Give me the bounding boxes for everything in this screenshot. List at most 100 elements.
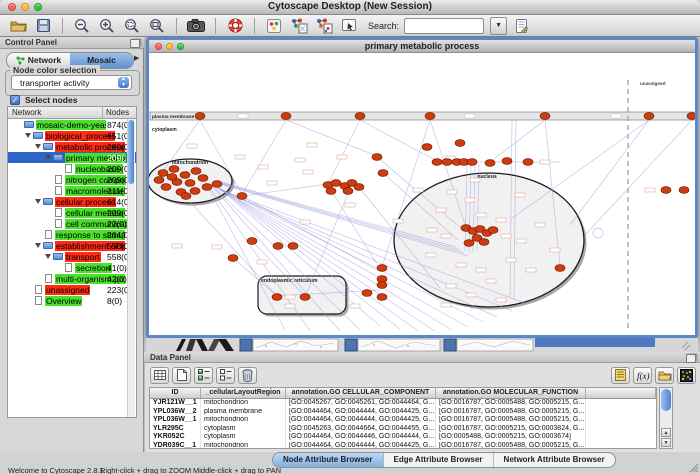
attribute-table-header[interactable]: ID _cellularLayoutRegion annotation.GO C… [150,388,656,399]
tree-column-network[interactable]: Network [12,107,97,118]
disclosure-triangle-icon[interactable] [25,133,31,138]
network-self-loop-edge[interactable] [593,228,603,238]
tree-row[interactable]: Overview8(0) [8,295,136,306]
network-node[interactable] [198,175,208,182]
window-titlebar[interactable]: Cytoscape Desktop (New Session) [0,0,700,15]
tree-scrollbar-thumb[interactable] [128,120,134,184]
table-row[interactable]: YDR039C__1mitochondrion[GO:0044464, GO:0… [150,442,656,449]
table-cell[interactable]: YPL036W__2 [150,408,201,417]
network-edge[interactable] [511,120,649,219]
table-cell[interactable]: YLR295C [150,425,201,434]
function-builder-icon[interactable]: f(x) [633,367,652,384]
disclosure-triangle-icon[interactable] [35,243,41,248]
network-edge[interactable] [585,120,692,235]
network-node[interactable] [377,294,387,301]
network-node[interactable] [331,180,341,187]
network-node[interactable] [354,184,364,191]
table-cell[interactable]: [GO:0044464, GO:0044444, GO:0044425, G..… [286,408,436,417]
network-edge[interactable] [242,120,286,194]
network-node[interactable] [158,170,168,177]
network-node[interactable] [372,154,382,161]
network-node[interactable] [300,294,310,301]
table-cell[interactable]: [GO:0045263, GO:0044664, GO:0044455, G..… [286,425,436,434]
network-node[interactable] [169,166,179,173]
tree-row[interactable]: nitrogen compo209(0) [8,174,136,185]
table-row[interactable]: YKR052Ccytoplasm[GO:0044464, GO:0044446,… [150,433,656,442]
table-row[interactable]: YPL036W__2plasma membrane[GO:0044464, GO… [150,408,656,417]
table-cell[interactable]: [GO:0016787, GO:0005488, GO:0005215, G..… [436,399,586,408]
float-panel-icon[interactable] [686,354,696,363]
network-node[interactable] [442,159,452,166]
tree-row[interactable]: cellular metabo209(0) [8,207,136,218]
tree-row[interactable]: primary metabo209(... [8,152,136,163]
unselect-all-attributes-icon[interactable] [216,367,235,384]
table-cell[interactable]: [GO:0016787, GO:0005488, GO:0005215, G..… [436,408,586,417]
tree-row[interactable]: metabolic process280(0) [8,141,136,152]
tree-scrollbar[interactable] [127,119,135,417]
network-node[interactable] [661,187,671,194]
network-node[interactable] [343,188,353,195]
open-session-icon[interactable] [8,17,28,35]
tree-row[interactable]: unassigned223(0) [8,284,136,295]
table-cell[interactable]: [GO:0045267, GO:0045261, GO:0044464, G..… [286,399,436,408]
network-node[interactable] [378,170,388,177]
table-scrollbar[interactable]: ▲ ▼ [659,387,673,449]
network-name[interactable]: biological_process [45,131,115,141]
network-name[interactable]: unassigned [45,285,90,295]
network-edge[interactable] [242,184,328,196]
tree-row[interactable]: transport558(0) [8,251,136,262]
disclosure-triangle-icon[interactable] [45,155,51,160]
table-row[interactable]: YLR295Ccytoplasm[GO:0045263, GO:0044664,… [150,425,656,434]
network-tree-header[interactable]: Network Nodes [8,107,136,119]
network-edge[interactable] [360,120,437,161]
table-cell[interactable]: mitochondrion [201,416,286,425]
network-name[interactable]: transport [65,252,101,262]
combo-stepper-icon[interactable]: ▲▼ [118,77,129,88]
tab-network-attribute-browser[interactable]: Network Attribute Browser [494,453,615,467]
network-node[interactable] [237,193,247,200]
disclosure-triangle-icon[interactable] [35,144,41,149]
network-node[interactable] [161,184,171,191]
network-canvas[interactable]: mitochondrionnucleusendoplasmic reticulu… [149,53,695,333]
tree-row[interactable]: macromolecule311(0) [8,185,136,196]
network-name[interactable]: mosaic-demo-yeast [36,120,106,130]
network-node[interactable] [377,265,387,272]
table-cell[interactable]: cytoplasm [201,425,286,434]
tree-row[interactable]: mosaic-demo-yeast874(0) [8,119,136,130]
network-node[interactable] [464,240,474,247]
tree-row[interactable]: biological_process651(0) [8,130,136,141]
snapshot-camera-icon[interactable] [186,17,206,35]
table-cell[interactable]: plasma membrane [201,408,286,417]
scroll-down-icon[interactable]: ▼ [661,438,671,447]
network-node[interactable] [180,172,190,179]
network-node[interactable] [272,294,282,301]
tree-row[interactable]: secretion41(0) [8,262,136,273]
import-attributes-icon[interactable] [655,367,674,384]
network-node[interactable] [281,113,291,120]
tree-row[interactable]: cell communicat22(0) [8,218,136,229]
column-header-id[interactable]: ID [150,388,201,398]
network-node[interactable] [523,159,533,166]
network-node[interactable] [432,159,442,166]
tree-row[interactable]: response to stimulu264(0) [8,229,136,240]
attribute-grid-icon[interactable] [150,367,169,384]
tree-row[interactable]: establishment of lo558(0) [8,240,136,251]
network-node[interactable] [190,188,200,195]
network-node[interactable] [195,113,205,120]
table-cell[interactable]: [GO:0016787, GO:0005215, GO:0003824, G..… [436,425,586,434]
network-node[interactable] [167,174,177,181]
table-row[interactable]: YPL036W__1mitochondrion[GO:0044464, GO:0… [150,416,656,425]
zoom-fit-icon[interactable] [147,17,167,35]
network-edge[interactable] [286,120,377,156]
table-cell[interactable]: cytoplasm [201,433,286,442]
attribute-matrix-icon[interactable] [677,367,696,384]
new-attribute-icon[interactable] [172,367,191,384]
tab-overflow-arrow[interactable]: ▶ [134,54,139,62]
help-lifesaver-icon[interactable] [225,17,245,35]
network-node[interactable] [326,188,336,195]
network-node[interactable] [228,255,238,262]
column-header-cellular-component[interactable]: annotation.GO CELLULAR_COMPONENT [286,388,436,398]
table-cell[interactable]: [GO:0044464, GO:0044444, GO:0044425, G..… [286,416,436,425]
table-cell[interactable]: [GO:0044464, GO:0044446, GO:0044444, G..… [286,433,436,442]
network-edge[interactable] [328,120,360,184]
